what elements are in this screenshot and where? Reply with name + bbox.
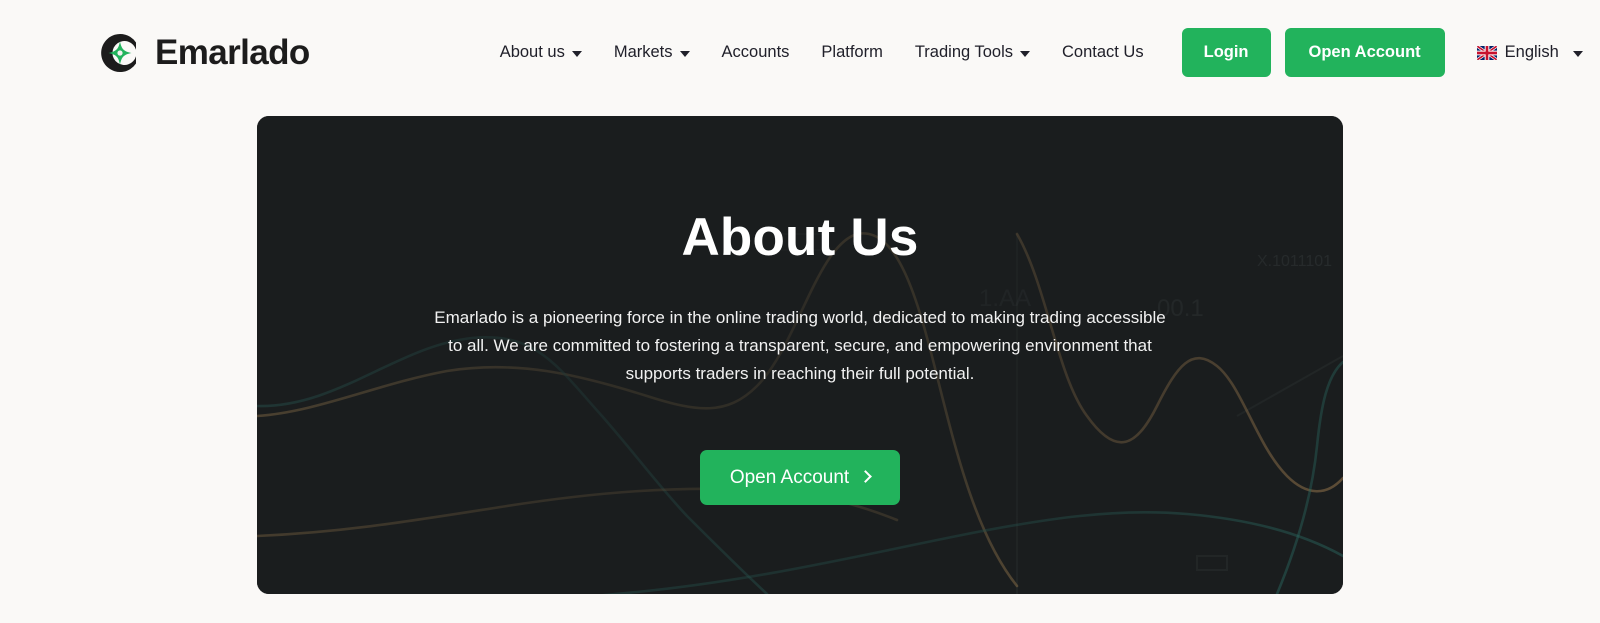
nav-item-accounts[interactable]: Accounts — [706, 36, 806, 69]
main-navigation: About us Markets Accounts Platform Tradi… — [484, 36, 1160, 69]
open-account-button[interactable]: Open Account — [1284, 28, 1445, 77]
language-label: English — [1504, 43, 1559, 62]
login-button[interactable]: Login — [1181, 28, 1271, 77]
hero-open-account-button[interactable]: Open Account — [699, 449, 901, 505]
nav-item-contact-us[interactable]: Contact Us — [1046, 36, 1160, 69]
nav-item-platform[interactable]: Platform — [805, 36, 898, 69]
page-title: About Us — [681, 208, 919, 267]
nav-item-label: About us — [499, 43, 565, 62]
nav-item-markets[interactable]: Markets — [598, 36, 706, 69]
chevron-down-icon — [1572, 50, 1583, 57]
hero-section: 1.AA 00.1 X.1011101 00.100 AA0 110111 — [0, 105, 1600, 594]
hero-content: About Us Emarlado is a pioneering force … — [257, 116, 1343, 505]
uk-flag-icon — [1476, 45, 1497, 60]
chevron-down-icon — [1019, 50, 1030, 57]
hero-paragraph: Emarlado is a pioneering force in the on… — [434, 307, 1166, 383]
nav-item-label: Markets — [613, 43, 673, 62]
brand-name: Emarlado — [155, 33, 310, 72]
hero-card: 1.AA 00.1 X.1011101 00.100 AA0 110111 — [257, 116, 1343, 594]
chevron-right-icon — [859, 470, 873, 484]
emarlado-compass-logo-icon — [101, 33, 136, 72]
hero-cta-label: Open Account — [729, 466, 850, 488]
nav-item-label: Accounts — [721, 43, 790, 62]
nav-item-label: Platform — [821, 43, 883, 62]
nav-item-label: Trading Tools — [914, 43, 1013, 62]
brand-logo-link[interactable]: Emarlado — [96, 29, 310, 77]
language-selector[interactable]: English — [1476, 43, 1583, 62]
nav-item-about-us[interactable]: About us — [484, 36, 598, 69]
site-header: Emarlado About us Markets Accounts Platf… — [0, 0, 1600, 105]
chevron-down-icon — [571, 50, 582, 57]
chevron-down-icon — [679, 50, 690, 57]
nav-item-label: Contact Us — [1061, 43, 1144, 62]
header-actions: Login Open Account English — [1168, 28, 1583, 77]
nav-item-trading-tools[interactable]: Trading Tools — [899, 36, 1046, 69]
